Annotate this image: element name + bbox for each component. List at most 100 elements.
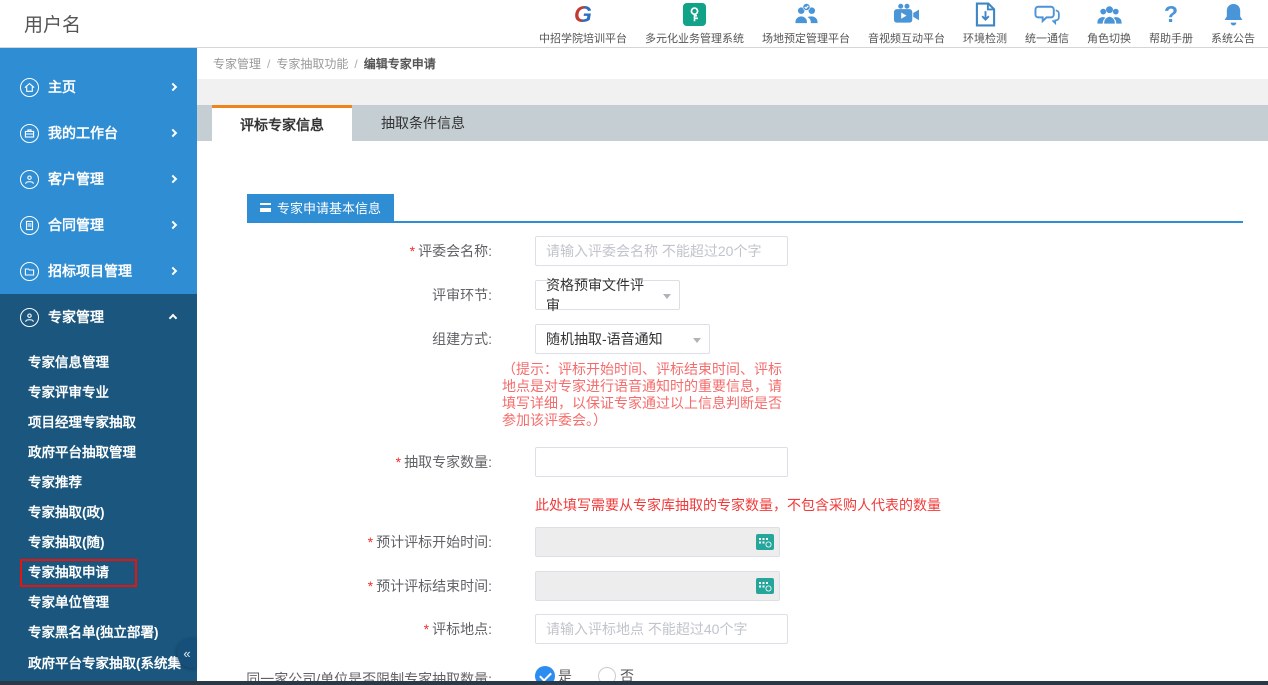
- breadcrumb-link-expert-draw[interactable]: 专家抽取功能: [276, 55, 348, 72]
- app-diversified-business[interactable]: 多元化业务管理系统: [636, 0, 753, 50]
- section-chip: 专家申请基本信息: [247, 194, 394, 221]
- workbench-icon: [20, 124, 39, 143]
- g-logo-icon: G: [574, 1, 592, 28]
- expert-apply-form: *评委会名称: 评审环节: 资格预审文件评审 组建方式:: [197, 236, 1268, 685]
- select-value: 随机抽取-语音通知: [546, 329, 663, 349]
- field-label: 评审环节:: [432, 287, 492, 303]
- submenu-item-expert-info[interactable]: 专家信息管理: [0, 348, 197, 378]
- location-input[interactable]: [535, 614, 788, 644]
- question-icon: ?: [1164, 1, 1178, 28]
- submenu-item-expert-unit-mgmt[interactable]: 专家单位管理: [0, 588, 197, 618]
- bell-icon: [1223, 1, 1244, 28]
- app-role-switch[interactable]: 角色切换: [1078, 0, 1140, 50]
- end-time-input[interactable]: [535, 571, 780, 601]
- tab-expert-info[interactable]: 评标专家信息: [212, 105, 352, 141]
- form-row-end-time: *预计评标结束时间:: [197, 571, 1268, 601]
- sidebar-item-customers[interactable]: 客户管理: [0, 156, 197, 202]
- calendar-icon[interactable]: [756, 578, 774, 599]
- top-header: 用户名 G 中招学院培训平台 多元化业务管理系统 场地预定管理平台 音视频互动平…: [0, 0, 1268, 48]
- form-row-review-stage: 评审环节: 资格预审文件评审: [197, 280, 1268, 310]
- main-content: 专家管理 / 专家抽取功能 / 编辑专家申请 评标专家信息 抽取条件信息 专家申…: [197, 48, 1268, 685]
- breadcrumb-link-expert-mgmt[interactable]: 专家管理: [213, 55, 261, 72]
- review-stage-select[interactable]: 资格预审文件评审: [535, 280, 680, 310]
- app-system-announcement[interactable]: 系统公告: [1202, 0, 1264, 50]
- submenu-item-expert-draw-random[interactable]: 专家抽取(随): [0, 528, 197, 558]
- username-label: 用户名: [0, 10, 81, 37]
- form-panel: 专家申请基本信息 *评委会名称: 评审环节: 资格预审文件评审: [197, 141, 1268, 685]
- chevron-right-icon: [169, 129, 177, 137]
- form-row-formation-method: 组建方式: 随机抽取-语音通知 （提示：评标开始时间、评标结束时间、评标地点是对…: [197, 324, 1268, 429]
- sidebar-item-bidding-projects[interactable]: 招标项目管理: [0, 248, 197, 294]
- list-icon: [260, 203, 271, 212]
- app-environment-check[interactable]: 环境检测: [954, 0, 1016, 50]
- sidebar-nav: 主页 我的工作台 客户管理 合同管理 招标项目管理 专家管理: [0, 48, 197, 685]
- select-value: 资格预审文件评审: [546, 275, 655, 315]
- start-time-input[interactable]: [535, 527, 780, 557]
- required-asterisk: *: [396, 454, 401, 470]
- field-label: 抽取专家数量:: [404, 454, 492, 470]
- calendar-icon[interactable]: [756, 534, 774, 555]
- form-row-start-time: *预计评标开始时间:: [197, 527, 1268, 557]
- expert-icon: [20, 308, 39, 327]
- expert-submenu: 专家信息管理 专家评审专业 项目经理专家抽取 政府平台抽取管理 专家推荐 专家抽…: [0, 340, 197, 685]
- caret-down-icon: [693, 338, 701, 347]
- user-group-icon: [1096, 1, 1123, 28]
- expert-count-hint-text: 此处填写需要从专家库抽取的专家数量，不包含采购人代表的数量: [535, 495, 941, 515]
- field-label: 预计评标结束时间:: [376, 578, 492, 594]
- breadcrumb-separator: /: [267, 57, 270, 71]
- submenu-item-expert-review-major[interactable]: 专家评审专业: [0, 378, 197, 408]
- breadcrumb-current: 编辑专家申请: [364, 55, 436, 72]
- required-asterisk: *: [424, 621, 429, 637]
- formation-hint-text: （提示：评标开始时间、评标结束时间、评标地点是对专家进行语音通知时的重要信息，请…: [502, 361, 790, 429]
- sidebar-item-contracts[interactable]: 合同管理: [0, 202, 197, 248]
- field-label: 预计评标开始时间:: [376, 534, 492, 550]
- submenu-item-expert-recommend[interactable]: 专家推荐: [0, 468, 197, 498]
- form-row-location: *评标地点:: [197, 614, 1268, 644]
- required-asterisk: *: [368, 578, 373, 594]
- chat-bubbles-icon: [1034, 1, 1061, 28]
- expert-count-input[interactable]: [535, 447, 788, 477]
- app-label: 场地预定管理平台: [762, 30, 850, 46]
- submenu-item-expert-draw-gov[interactable]: 专家抽取(政): [0, 498, 197, 528]
- app-launcher-row: G 中招学院培训平台 多元化业务管理系统 场地预定管理平台 音视频互动平台: [530, 0, 1268, 50]
- app-label: 多元化业务管理系统: [645, 30, 744, 46]
- people-check-icon: [793, 1, 820, 28]
- submenu-item-expert-blacklist[interactable]: 专家黑名单(独立部署): [0, 618, 197, 648]
- tab-bar: 评标专家信息 抽取条件信息: [197, 105, 1268, 141]
- field-label: 评标地点:: [432, 621, 492, 637]
- app-training-platform[interactable]: G 中招学院培训平台: [530, 0, 636, 50]
- form-row-expert-count: *抽取专家数量: 此处填写需要从专家库抽取的专家数量，不包含采购人代表的数量: [197, 447, 1268, 515]
- sidebar-group-experts: 专家管理 专家信息管理 专家评审专业 项目经理专家抽取 政府平台抽取管理 专家推…: [0, 294, 197, 685]
- field-label: 评委会名称:: [418, 243, 492, 259]
- sidebar-item-label: 合同管理: [48, 215, 104, 235]
- submenu-item-gov-platform-draw-mgmt[interactable]: 政府平台抽取管理: [0, 438, 197, 468]
- section-header: 专家申请基本信息: [247, 194, 1243, 223]
- customer-icon: [20, 170, 39, 189]
- sidebar-item-expert-management[interactable]: 专家管理: [0, 294, 197, 340]
- home-icon: [20, 78, 39, 97]
- video-camera-icon: [893, 1, 920, 28]
- submenu-item-expert-draw-apply[interactable]: 专家抽取申请: [0, 558, 197, 588]
- app-venue-booking[interactable]: 场地预定管理平台: [753, 0, 859, 50]
- key-icon: [682, 1, 707, 28]
- section-title: 专家申请基本信息: [277, 198, 381, 217]
- sidebar-item-workbench[interactable]: 我的工作台: [0, 110, 197, 156]
- app-label: 帮助手册: [1149, 30, 1193, 46]
- sidebar-item-home[interactable]: 主页: [0, 64, 197, 110]
- app-label: 角色切换: [1087, 30, 1131, 46]
- field-label: 组建方式:: [432, 331, 492, 347]
- app-label: 音视频互动平台: [868, 30, 945, 46]
- required-asterisk: *: [368, 534, 373, 550]
- formation-method-select[interactable]: 随机抽取-语音通知: [535, 324, 710, 354]
- required-asterisk: *: [410, 243, 415, 259]
- app-help-manual[interactable]: ? 帮助手册: [1140, 0, 1202, 50]
- submenu-item-gov-platform-expert-draw[interactable]: 政府平台专家抽取(系统集成): [0, 648, 197, 685]
- committee-name-input[interactable]: [535, 236, 788, 266]
- app-unified-communication[interactable]: 统一通信: [1016, 0, 1078, 50]
- tab-draw-conditions[interactable]: 抽取条件信息: [352, 105, 494, 141]
- chevron-right-icon: [169, 83, 177, 91]
- sidebar-item-label: 专家管理: [48, 307, 104, 327]
- app-av-interaction[interactable]: 音视频互动平台: [859, 0, 954, 50]
- submenu-item-pm-expert-draw[interactable]: 项目经理专家抽取: [0, 408, 197, 438]
- app-label: 系统公告: [1211, 30, 1255, 46]
